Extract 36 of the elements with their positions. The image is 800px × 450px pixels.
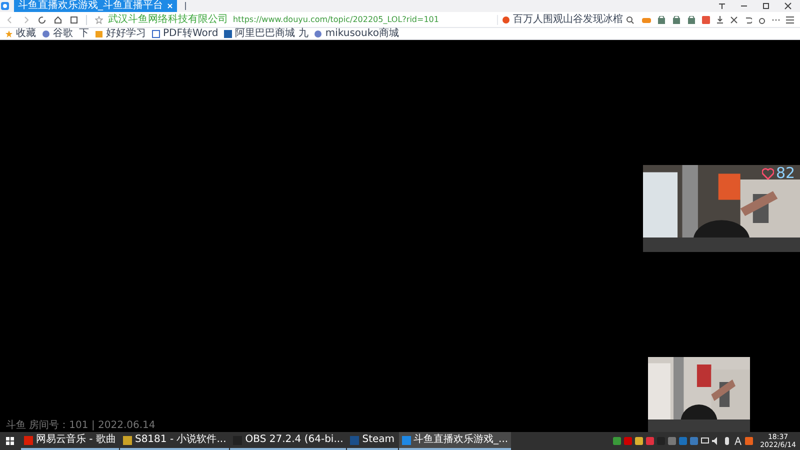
bookmark[interactable]: 收藏 — [5, 28, 36, 38]
app-icon — [224, 30, 232, 38]
windows-start-icon[interactable] — [6, 437, 14, 445]
refresh-icon[interactable] — [38, 16, 46, 24]
menu-icon[interactable] — [786, 16, 794, 24]
taskbar-app[interactable]: 网易云音乐 - 歌曲 — [21, 432, 119, 450]
basket-icon[interactable] — [672, 16, 681, 24]
bookmark[interactable]: PDF转Word — [152, 28, 218, 38]
address-field[interactable]: 武汉斗鱼网络科技有限公司 https://www.douyu.com/topic/202205_LOL?rid=101 — [94, 14, 489, 24]
download-icon[interactable] — [716, 16, 724, 24]
room-info: 斗鱼 房间号：101 | 2022.06.14 — [6, 421, 156, 431]
network-icon[interactable] — [701, 437, 710, 445]
heart-icon — [762, 168, 774, 180]
browser-logo-icon — [0, 1, 10, 11]
bookmark[interactable]: 下 — [79, 28, 89, 38]
browser-tab[interactable]: 斗鱼直播欢乐游戏_斗鱼直播平台 — [14, 0, 177, 12]
bookmark[interactable]: 阿里巴巴商城 九 — [224, 28, 308, 38]
bookmark[interactable]: 好好学习 — [95, 28, 146, 38]
taskbar-app[interactable]: 斗鱼直播欢乐游戏_... — [398, 432, 512, 450]
taskbar-app[interactable]: OBS 27.2.4 (64-bi... — [230, 432, 346, 450]
taskbar-app[interactable]: S8181 - 小说软件... — [120, 432, 230, 450]
bookmark[interactable]: mikusouko商城 — [314, 28, 399, 38]
bookmark[interactable]: 谷歌 — [42, 28, 73, 38]
star-icon[interactable] — [94, 16, 103, 24]
taskbar-app[interactable]: Steam — [347, 432, 398, 450]
search-icon[interactable] — [626, 16, 634, 24]
close-icon[interactable] — [784, 2, 792, 10]
basket-icon[interactable] — [687, 16, 696, 24]
like-count: 82 — [776, 166, 796, 181]
star-icon — [5, 30, 13, 38]
app-icon[interactable] — [702, 16, 710, 24]
basket-icon[interactable] — [657, 16, 666, 24]
ime-icon[interactable] — [734, 437, 742, 445]
search-field[interactable]: 百万人围观山谷发现冰棺 — [497, 14, 634, 24]
maximize-icon[interactable] — [762, 2, 770, 10]
home-icon[interactable] — [54, 16, 62, 24]
